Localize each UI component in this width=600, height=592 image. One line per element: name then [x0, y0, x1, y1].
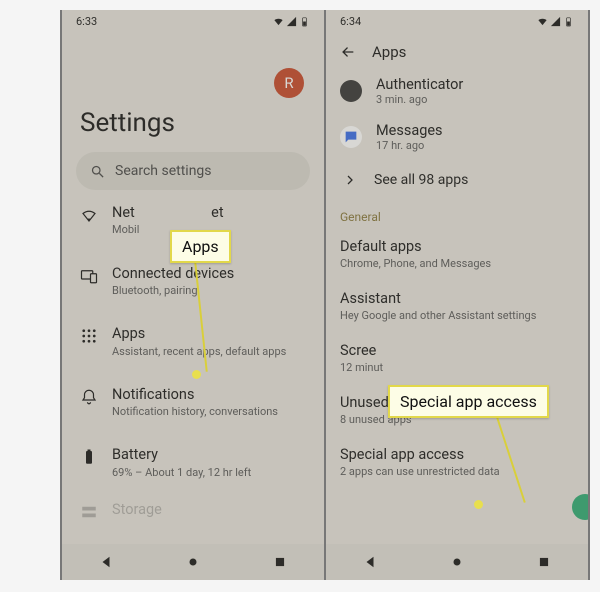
- devices-icon: [80, 267, 98, 285]
- top-bar: Apps: [326, 32, 588, 72]
- row-sub: Notification history, conversations: [112, 405, 306, 418]
- row-default-apps[interactable]: Default apps Chrome, Phone, and Messages: [326, 228, 588, 280]
- bell-icon: [80, 388, 98, 406]
- row-storage[interactable]: Storage: [76, 493, 310, 529]
- status-bar: 6:33: [62, 10, 324, 32]
- signal-icon: [286, 16, 297, 27]
- row-notifications[interactable]: Notifications Notification history, conv…: [76, 372, 310, 433]
- see-all-label: See all 98 apps: [374, 172, 468, 188]
- row-label: Default apps: [340, 238, 574, 255]
- wifi-icon: [80, 206, 98, 224]
- row-sub: 12 minutes today: [340, 361, 574, 374]
- battery-icon: [80, 448, 98, 466]
- row-label: Connected devices: [112, 265, 306, 282]
- row-label: Apps: [112, 325, 306, 342]
- row-label: Screen time: [340, 342, 574, 359]
- row-apps[interactable]: Apps Assistant, recent apps, default app…: [76, 311, 310, 372]
- status-icons: [273, 16, 310, 27]
- row-label: Special app access: [340, 446, 574, 463]
- nav-back-icon[interactable]: [99, 555, 113, 569]
- callout-dot: [192, 370, 201, 379]
- wifi-icon: [537, 16, 548, 27]
- row-sub: Bluetooth, pairing: [112, 284, 306, 297]
- row-sub: Hey Google and other Assistant settings: [340, 309, 574, 322]
- app-row-authenticator[interactable]: Authenticator 3 min. ago: [326, 72, 588, 114]
- callout-dot: [474, 500, 483, 509]
- phone-settings-home: 6:33 R Settings Search settings Network …: [60, 10, 325, 580]
- row-battery[interactable]: Battery 69% – About 1 day, 12 hr left: [76, 432, 310, 493]
- row-assistant[interactable]: Assistant Hey Google and other Assistant…: [326, 280, 588, 332]
- status-bar: 6:34: [326, 10, 588, 32]
- nav-recent-icon[interactable]: [273, 555, 287, 569]
- apps-grid-icon: [80, 327, 98, 345]
- row-special-app-access[interactable]: Special app access 2 apps can use unrest…: [326, 436, 588, 488]
- app-label: Messages: [376, 122, 443, 139]
- row-sub: Assistant, recent apps, default apps: [112, 345, 306, 358]
- see-all-apps[interactable]: See all 98 apps: [326, 160, 588, 200]
- wifi-icon: [273, 16, 284, 27]
- page-title: Apps: [372, 43, 406, 61]
- app-row-messages[interactable]: Messages 17 hr. ago: [326, 114, 588, 160]
- row-label: Storage: [112, 501, 162, 521]
- messages-icon: [340, 126, 362, 148]
- storage-icon: [80, 503, 98, 521]
- search-input[interactable]: Search settings: [76, 152, 310, 190]
- nav-recent-icon[interactable]: [537, 555, 551, 569]
- page-title: Settings: [80, 108, 306, 138]
- battery-icon: [299, 16, 310, 27]
- authenticator-icon: [340, 80, 362, 102]
- nav-home-icon[interactable]: [186, 555, 200, 569]
- search-placeholder: Search settings: [115, 163, 212, 179]
- nav-home-icon[interactable]: [450, 555, 464, 569]
- callout-apps: Apps: [170, 230, 231, 263]
- battery-icon: [563, 16, 574, 27]
- row-screen-time[interactable]: Screen time 12 minutes today: [326, 332, 588, 384]
- app-label: Authenticator: [376, 76, 463, 93]
- back-icon[interactable]: [340, 44, 356, 60]
- row-sub: 69% – About 1 day, 12 hr left: [112, 466, 306, 479]
- row-sub: 2 apps can use unrestricted data: [340, 465, 574, 478]
- signal-icon: [550, 16, 561, 27]
- clock: 6:33: [76, 15, 97, 28]
- row-label: Assistant: [340, 290, 574, 307]
- clock: 6:34: [340, 15, 361, 28]
- profile-avatar[interactable]: R: [274, 68, 304, 98]
- nav-bar: [326, 544, 588, 580]
- app-sub: 17 hr. ago: [376, 139, 443, 152]
- row-label: Notifications: [112, 386, 306, 403]
- callout-special-app-access: Special app access: [388, 385, 549, 418]
- nav-bar: [62, 544, 324, 580]
- status-icons: [537, 16, 574, 27]
- nav-back-icon[interactable]: [363, 555, 377, 569]
- app-sub: 3 min. ago: [376, 93, 463, 106]
- chevron-right-icon: [344, 174, 356, 186]
- section-general: General: [326, 200, 588, 228]
- row-label: Battery: [112, 446, 306, 463]
- search-icon: [90, 164, 105, 179]
- phone-apps-screen: 6:34 Apps Authenticator 3 min. ago: [325, 10, 590, 580]
- row-label: Network & interet: [112, 204, 306, 221]
- row-sub: Chrome, Phone, and Messages: [340, 257, 574, 270]
